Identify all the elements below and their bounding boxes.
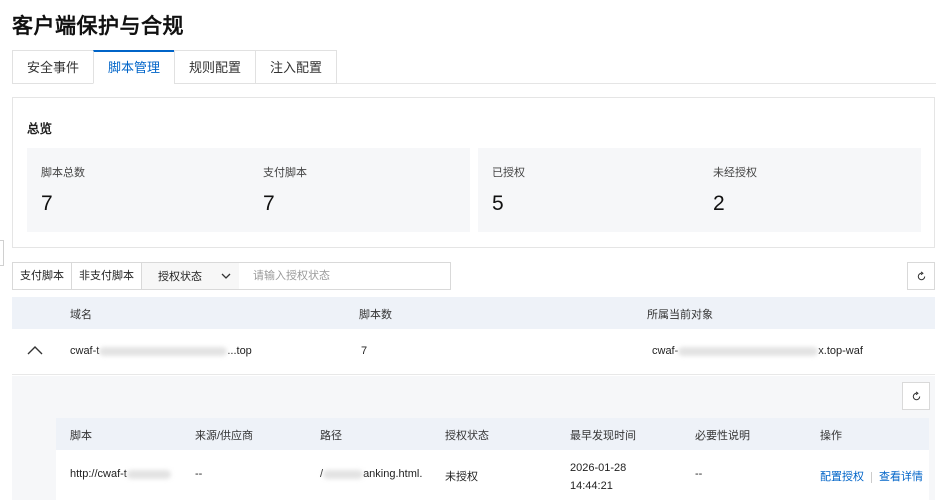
auth-status-cell: 未授权 [445,471,478,483]
domain-cell: cwaf-t ...top [70,345,252,357]
overview-panel: 总览 脚本总数 7 支付脚本 7 已授权 5 未经授权 2 [12,97,935,248]
domain-table-row[interactable]: cwaf-t ...top 7 cwaf-x.top-waf [12,329,935,375]
tab-rule-config[interactable]: 规则配置 [174,50,256,84]
redacted-text [126,469,171,479]
column-header: 域名 [70,309,92,321]
column-header: 路径 [320,430,342,442]
necessity-cell: -- [695,468,703,480]
stat-label: 脚本总数 [41,167,85,179]
stat-label: 已授权 [492,167,525,179]
tab-bar: 安全事件 脚本管理 规则配置 注入配置 [12,50,338,84]
first-seen-cell: 2026-01-28 14:44:21 [570,459,626,495]
auth-status-filter: 授权状态 [141,262,451,290]
object-text-suffix: x.top-waf [818,345,863,357]
column-header: 所属当前对象 [647,309,713,321]
path-text-suffix: anking.html. [363,468,423,480]
action-divider [871,471,872,483]
domain-text-suffix: ...top [227,345,252,357]
side-drawer-handle[interactable] [0,240,4,266]
non-payment-scripts-button[interactable]: 非支付脚本 [72,262,142,290]
column-header: 脚本数 [359,309,392,321]
configure-authorization-link[interactable]: 配置授权 [820,471,864,483]
refresh-icon [912,391,920,400]
actions-cell: 配置授权 查看详情 [820,468,923,484]
script-url: http://cwaf-t [70,468,127,480]
stat-group-authorization: 已授权 5 未经授权 2 [478,148,921,232]
tab-injection-config[interactable]: 注入配置 [255,50,338,84]
script-table-header: 脚本 来源/供应商 路径 授权状态 最早发现时间 必要性说明 操作 [56,418,929,450]
script-type-filter: 支付脚本 非支付脚本 [12,262,142,290]
stat-label: 未经授权 [713,167,757,179]
sub-refresh-button[interactable] [902,382,930,410]
column-header: 脚本 [70,430,92,442]
select-label: 授权状态 [158,271,202,283]
source-cell: -- [195,468,203,480]
payment-scripts-button[interactable]: 支付脚本 [12,262,72,290]
page-title: 客户端保护与合规 [12,15,184,38]
auth-status-search-input[interactable] [239,263,450,289]
tab-security-events[interactable]: 安全事件 [12,50,94,84]
object-cell: cwaf-x.top-waf [652,345,863,357]
refresh-button[interactable] [907,262,935,290]
redacted-text [323,469,364,479]
script-table-row: http://cwaf-t -- / anking.html. 未授权 2026-… [56,450,929,500]
stat-value: 7 [263,192,275,215]
stat-value: 5 [492,192,504,215]
column-header: 操作 [820,430,842,442]
column-header: 来源/供应商 [195,430,254,442]
chevron-down-icon [221,273,231,279]
stat-value: 7 [41,192,53,215]
column-header: 必要性说明 [695,430,750,442]
refresh-icon [917,271,925,280]
first-seen-date: 2026-01-28 [570,462,627,474]
stat-value: 2 [713,192,725,215]
script-count-cell: 7 [361,345,368,357]
tab-script-management[interactable]: 脚本管理 [93,50,175,84]
chevron-up-icon[interactable] [26,343,44,357]
domain-text: cwaf-t [70,345,100,357]
column-header: 授权状态 [445,430,489,442]
script-url-cell: http://cwaf-t [70,468,171,480]
auth-status-select[interactable]: 授权状态 [142,263,239,289]
stat-group-scripts: 脚本总数 7 支付脚本 7 [27,148,470,232]
redacted-text [99,346,228,356]
stat-label: 支付脚本 [263,167,307,179]
overview-title: 总览 [27,122,53,136]
column-header: 最早发现时间 [570,430,636,442]
domain-table-header: 域名 脚本数 所属当前对象 [12,297,935,329]
object-text: cwaf- [652,345,679,357]
first-seen-time: 14:44:21 [570,480,613,492]
path-cell: / anking.html. [320,468,422,480]
redacted-text [678,346,819,356]
view-details-link[interactable]: 查看详情 [879,471,923,483]
expanded-script-panel: 脚本 来源/供应商 路径 授权状态 最早发现时间 必要性说明 操作 http:/… [12,376,935,500]
